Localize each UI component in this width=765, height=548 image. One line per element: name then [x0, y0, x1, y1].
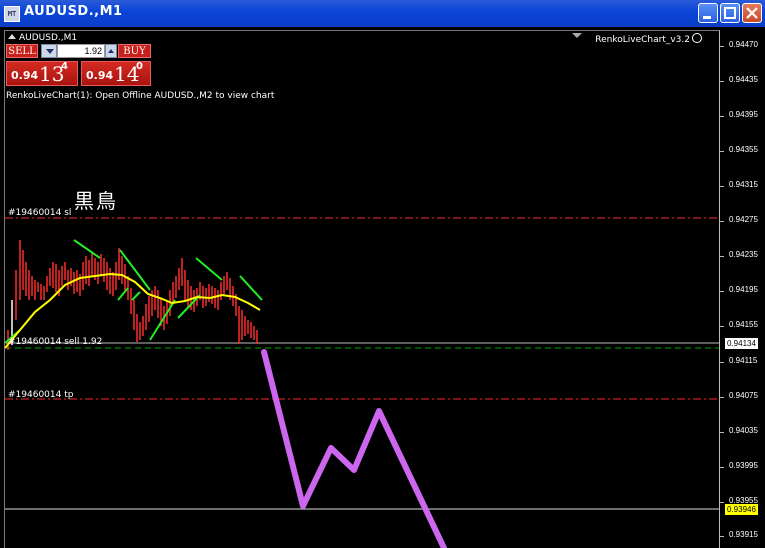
- buy-quote[interactable]: 0.94 14 0: [81, 61, 151, 86]
- price-tick: 0.94075: [729, 391, 758, 400]
- price-tick: 0.94395: [729, 110, 758, 119]
- marker-price-label: 0.93946: [725, 504, 758, 515]
- price-tick: 0.93995: [729, 461, 758, 470]
- sell-quote[interactable]: 0.94 13 4: [6, 61, 78, 86]
- sell-button[interactable]: SELL: [6, 44, 38, 58]
- sell-quote-prefix: 0.94: [11, 69, 39, 82]
- lot-size-input[interactable]: 1.92: [57, 44, 105, 58]
- price-tick: 0.94315: [729, 180, 758, 189]
- indicator-info-text: RenkoLiveChart(1): Open Offline AUDUSD.,…: [6, 91, 275, 101]
- price-axis[interactable]: 0.94470 0.94435 0.94395 0.94355 0.94315 …: [720, 27, 765, 548]
- price-tick: 0.94435: [729, 75, 758, 84]
- lot-decrease-button[interactable]: [41, 44, 57, 58]
- price-tick: 0.94155: [729, 320, 758, 329]
- bid-price-label: 0.94134: [725, 338, 758, 349]
- buy-button[interactable]: BUY: [118, 44, 151, 58]
- price-tick: 0.94115: [729, 356, 758, 365]
- chevron-up-icon: [108, 49, 114, 53]
- chevron-down-icon: [46, 49, 54, 54]
- lot-increase-button[interactable]: [105, 44, 117, 58]
- watermark-text: 黒鳥: [74, 189, 118, 213]
- triangle-icon: [8, 34, 16, 39]
- stop-loss-label: #19460014 sl: [8, 208, 72, 218]
- order-label: #19460014 sell 1.92: [8, 337, 103, 347]
- buy-quote-fraction: 0: [136, 61, 143, 72]
- price-tick: 0.94195: [729, 285, 758, 294]
- price-tick: 0.94235: [729, 250, 758, 259]
- sell-quote-fraction: 4: [61, 61, 68, 72]
- price-tick: 0.94355: [729, 145, 758, 154]
- indicator-label: RenkoLiveChart_v3.2: [595, 33, 702, 45]
- price-tick: 0.93915: [729, 530, 758, 539]
- price-tick: 0.94035: [729, 426, 758, 435]
- price-tick: 0.94470: [729, 40, 758, 49]
- smiley-icon: [692, 33, 702, 43]
- price-tick: 0.94275: [729, 215, 758, 224]
- one-click-trading-panel: SELL 1.92 BUY 0.94 13 4 0.94 14 0: [6, 44, 151, 86]
- chart-symbol-label: AUDUSD.,M1: [8, 33, 77, 43]
- buy-quote-prefix: 0.94: [86, 69, 114, 82]
- hand-drawn-projection: [261, 349, 447, 548]
- take-profit-label: #19460014 tp: [8, 390, 74, 400]
- chart-shift-marker[interactable]: [572, 33, 582, 38]
